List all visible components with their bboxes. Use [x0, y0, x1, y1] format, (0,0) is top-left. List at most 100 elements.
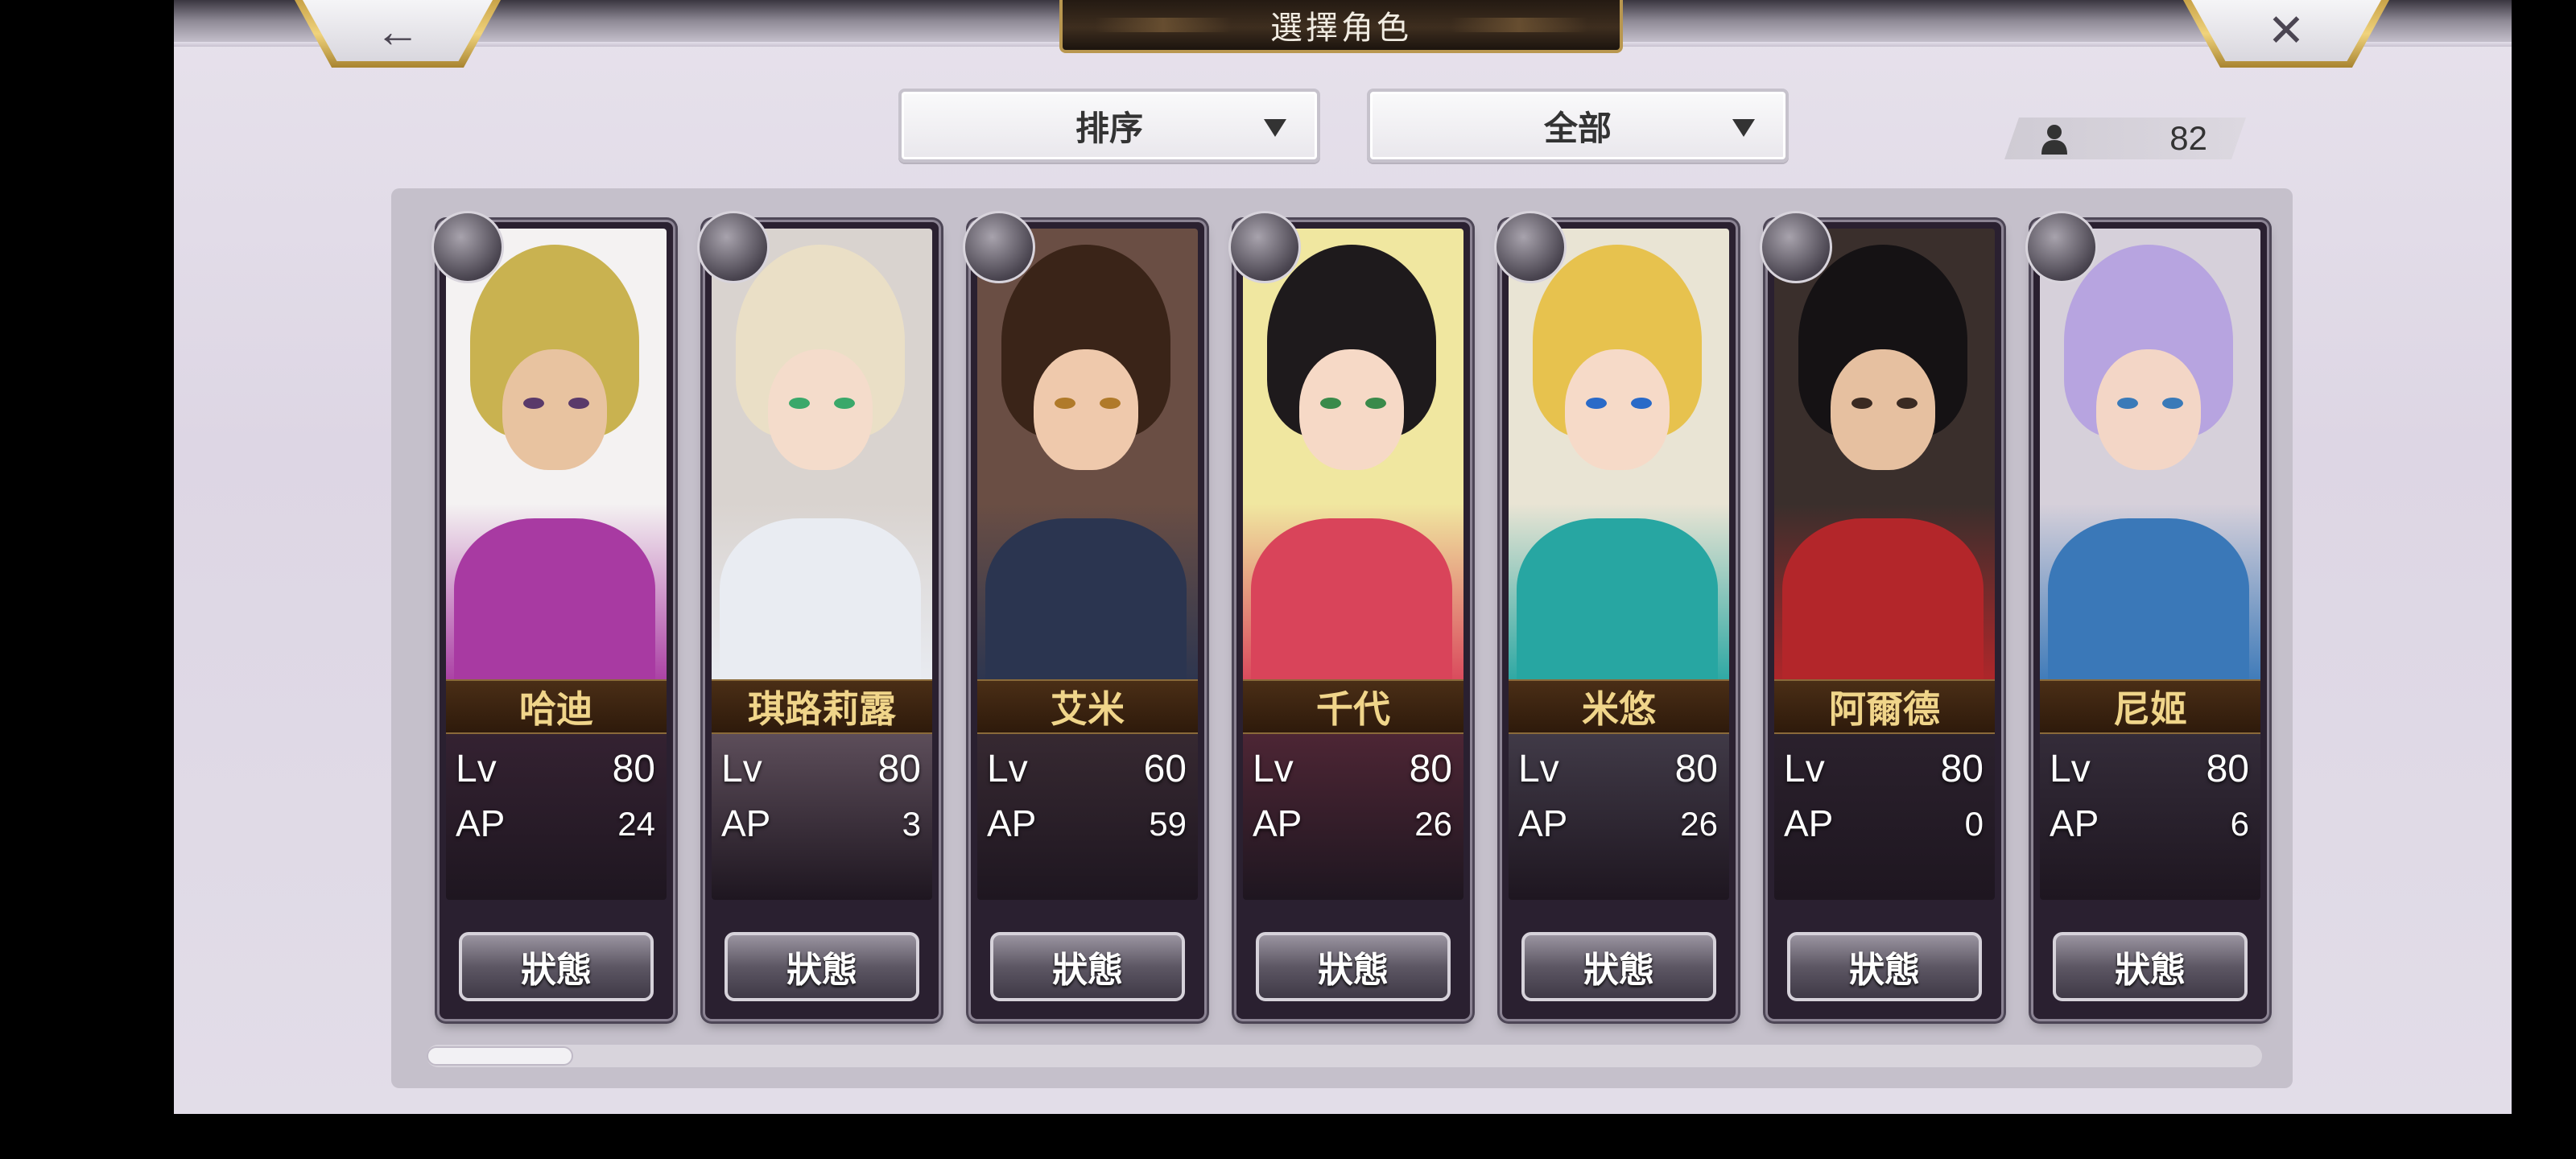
character-name: 米悠	[1509, 679, 1729, 734]
ap-row: AP 24	[456, 802, 655, 850]
ap-value: 26	[1680, 805, 1718, 843]
ap-value: 0	[1964, 805, 1984, 843]
scimitar-icon	[2025, 211, 2098, 283]
ap-label: AP	[456, 802, 506, 844]
character-portrait[interactable]	[446, 229, 667, 900]
character-card[interactable]: 千代 Lv 80 AP 26 狀態	[1228, 211, 1470, 1019]
ap-value: 6	[2230, 805, 2249, 843]
character-portrait[interactable]	[1774, 229, 1995, 900]
status-button[interactable]: 狀態	[990, 932, 1185, 1001]
character-card[interactable]: 阿爾德 Lv 80 AP 0 狀態	[1760, 211, 2001, 1019]
level-value: 80	[2206, 748, 2249, 790]
portrait-eye	[1631, 398, 1652, 409]
level-value: 80	[1940, 748, 1984, 790]
character-portrait[interactable]	[1509, 229, 1729, 900]
character-name: 哈迪	[446, 679, 667, 734]
status-button[interactable]: 狀態	[724, 932, 919, 1001]
sort-dropdown-label: 排序	[1075, 108, 1143, 148]
level-row: Lv 80	[456, 747, 655, 795]
sword-icon	[697, 211, 770, 283]
portrait-eye	[1320, 398, 1341, 409]
status-button[interactable]: 狀態	[1256, 932, 1451, 1001]
character-portrait[interactable]	[977, 229, 1198, 900]
portrait-outfit	[1517, 518, 1718, 695]
portrait-face	[1831, 349, 1935, 470]
person-icon	[2041, 125, 2067, 155]
ap-value: 24	[617, 805, 655, 843]
level-value: 80	[612, 748, 655, 790]
level-label: Lv	[2050, 748, 2091, 790]
level-row: Lv 80	[1253, 747, 1452, 795]
close-button[interactable]: ✕	[2183, 0, 2389, 68]
portrait-outfit	[720, 518, 921, 695]
filter-dropdown[interactable]: 全部	[1367, 89, 1789, 163]
portrait-eye	[834, 398, 855, 409]
status-button[interactable]: 狀態	[1787, 932, 1982, 1001]
portrait-eye	[568, 398, 589, 409]
portrait-face	[1565, 349, 1670, 470]
level-row: Lv 60	[987, 747, 1187, 795]
portrait-eye	[1852, 398, 1872, 409]
portrait-eye	[789, 398, 810, 409]
level-label: Lv	[1253, 748, 1294, 790]
character-card[interactable]: 艾米 Lv 60 AP 59 狀態	[963, 211, 1204, 1019]
character-card[interactable]: 哈迪 Lv 80 AP 24 狀態	[431, 211, 673, 1019]
scrollbar-thumb[interactable]	[427, 1046, 573, 1066]
character-name: 艾米	[977, 679, 1198, 734]
ap-label: AP	[721, 802, 771, 844]
chevron-down-icon	[1264, 119, 1286, 137]
level-label: Lv	[456, 748, 497, 790]
level-row: Lv 80	[2050, 747, 2249, 795]
level-label: Lv	[987, 748, 1028, 790]
portrait-eye	[2117, 398, 2138, 409]
ap-label: AP	[987, 802, 1037, 844]
level-value: 60	[1143, 748, 1187, 790]
character-card[interactable]: 琪路莉露 Lv 80 AP 3 狀態	[697, 211, 939, 1019]
ap-row: AP 6	[2050, 802, 2249, 850]
character-name: 阿爾德	[1774, 679, 1995, 734]
filter-dropdown-label: 全部	[1543, 108, 1612, 148]
chevron-down-icon	[1732, 119, 1755, 137]
portrait-outfit	[985, 518, 1187, 695]
portrait-eye	[1055, 398, 1075, 409]
back-button[interactable]: ←	[295, 0, 501, 68]
character-portrait[interactable]	[2040, 229, 2260, 900]
portrait-outfit	[2048, 518, 2249, 695]
portrait-face	[2096, 349, 2201, 470]
portrait-face	[1034, 349, 1138, 470]
status-button[interactable]: 狀態	[1521, 932, 1716, 1001]
ap-label: AP	[1253, 802, 1302, 844]
close-icon: ✕	[2267, 5, 2306, 56]
portrait-eye	[1586, 398, 1607, 409]
portrait-eye	[1100, 398, 1121, 409]
status-button[interactable]: 狀態	[2053, 932, 2248, 1001]
character-card[interactable]: 尼姬 Lv 80 AP 6 狀態	[2025, 211, 2267, 1019]
ap-label: AP	[2050, 802, 2099, 844]
portrait-eye	[523, 398, 544, 409]
ap-value: 26	[1414, 805, 1452, 843]
portrait-outfit	[1251, 518, 1452, 695]
level-row: Lv 80	[1784, 747, 1984, 795]
character-name: 千代	[1243, 679, 1463, 734]
gauntlet-icon	[431, 211, 504, 283]
level-label: Lv	[1784, 748, 1825, 790]
portrait-face	[502, 349, 607, 470]
level-label: Lv	[1518, 748, 1559, 790]
horizontal-scrollbar[interactable]	[427, 1045, 2262, 1067]
status-button[interactable]: 狀態	[459, 932, 654, 1001]
sort-dropdown[interactable]: 排序	[898, 89, 1320, 163]
portrait-face	[768, 349, 873, 470]
ap-label: AP	[1784, 802, 1834, 844]
character-portrait[interactable]	[1243, 229, 1463, 900]
character-count: 82	[2169, 119, 2207, 157]
character-portrait[interactable]	[712, 229, 932, 900]
ap-value: 59	[1149, 805, 1187, 843]
character-card[interactable]: 米悠 Lv 80 AP 26 狀態	[1494, 211, 1736, 1019]
portrait-face	[1299, 349, 1404, 470]
ap-row: AP 0	[1784, 802, 1984, 850]
level-label: Lv	[721, 748, 762, 790]
portrait-eye	[2162, 398, 2183, 409]
back-arrow-icon: ←	[375, 5, 420, 56]
ap-label: AP	[1518, 802, 1568, 844]
level-row: Lv 80	[1518, 747, 1718, 795]
